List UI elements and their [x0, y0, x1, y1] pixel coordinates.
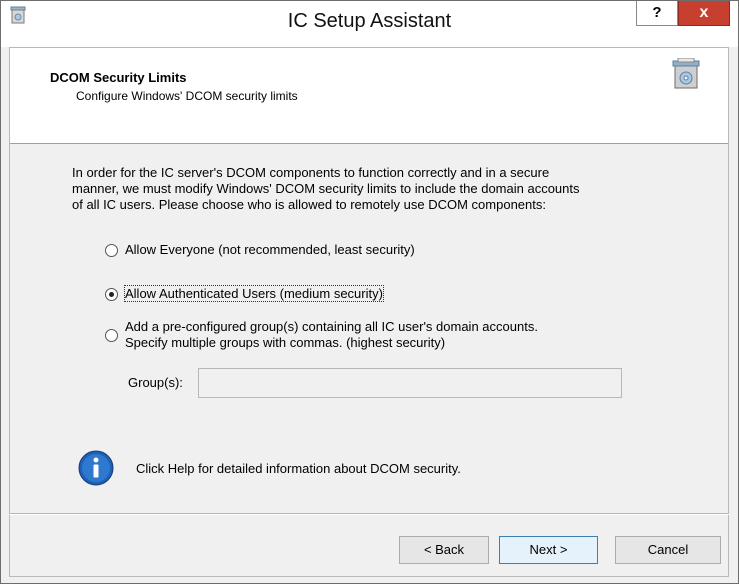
- next-button[interactable]: Next >: [499, 536, 598, 564]
- intro-line-2: manner, we must modify Windows' DCOM sec…: [72, 181, 580, 196]
- setup-box-icon: [672, 58, 700, 89]
- help-button[interactable]: ?: [636, 1, 678, 26]
- back-button[interactable]: < Back: [399, 536, 489, 564]
- intro-text: In order for the IC server's DCOM compon…: [72, 165, 692, 213]
- option-authenticated-label[interactable]: Allow Authenticated Users (medium securi…: [124, 285, 384, 302]
- button-separator: [9, 513, 729, 515]
- setup-window: IC Setup Assistant ? x DCOM Security Lim…: [0, 0, 739, 584]
- title-bar[interactable]: IC Setup Assistant ? x: [1, 1, 738, 47]
- intro-line-1: In order for the IC server's DCOM compon…: [72, 165, 550, 180]
- option-group-label-line1[interactable]: Add a pre-configured group(s) containing…: [125, 319, 538, 334]
- option-group-label-line2[interactable]: Specify multiple groups with commas. (hi…: [125, 335, 445, 350]
- header-panel: DCOM Security Limits Configure Windows' …: [10, 48, 728, 144]
- option-everyone-label[interactable]: Allow Everyone (not recommended, least s…: [125, 242, 415, 257]
- radio-everyone[interactable]: [105, 244, 118, 257]
- dialog-frame: DCOM Security Limits Configure Windows' …: [9, 47, 729, 577]
- cancel-button[interactable]: Cancel: [615, 536, 721, 564]
- page-title: DCOM Security Limits: [50, 70, 187, 85]
- info-icon: [78, 450, 114, 486]
- radio-group[interactable]: [105, 329, 118, 342]
- page-subtitle: Configure Windows' DCOM security limits: [76, 89, 298, 103]
- radio-authenticated-users[interactable]: [105, 288, 118, 301]
- groups-label: Group(s):: [128, 375, 183, 390]
- window-title: IC Setup Assistant: [287, 10, 452, 32]
- close-button[interactable]: x: [678, 1, 730, 26]
- groups-input[interactable]: [198, 368, 622, 398]
- info-text: Click Help for detailed information abou…: [136, 461, 461, 476]
- intro-line-3: of all IC users. Please choose who is al…: [72, 197, 546, 212]
